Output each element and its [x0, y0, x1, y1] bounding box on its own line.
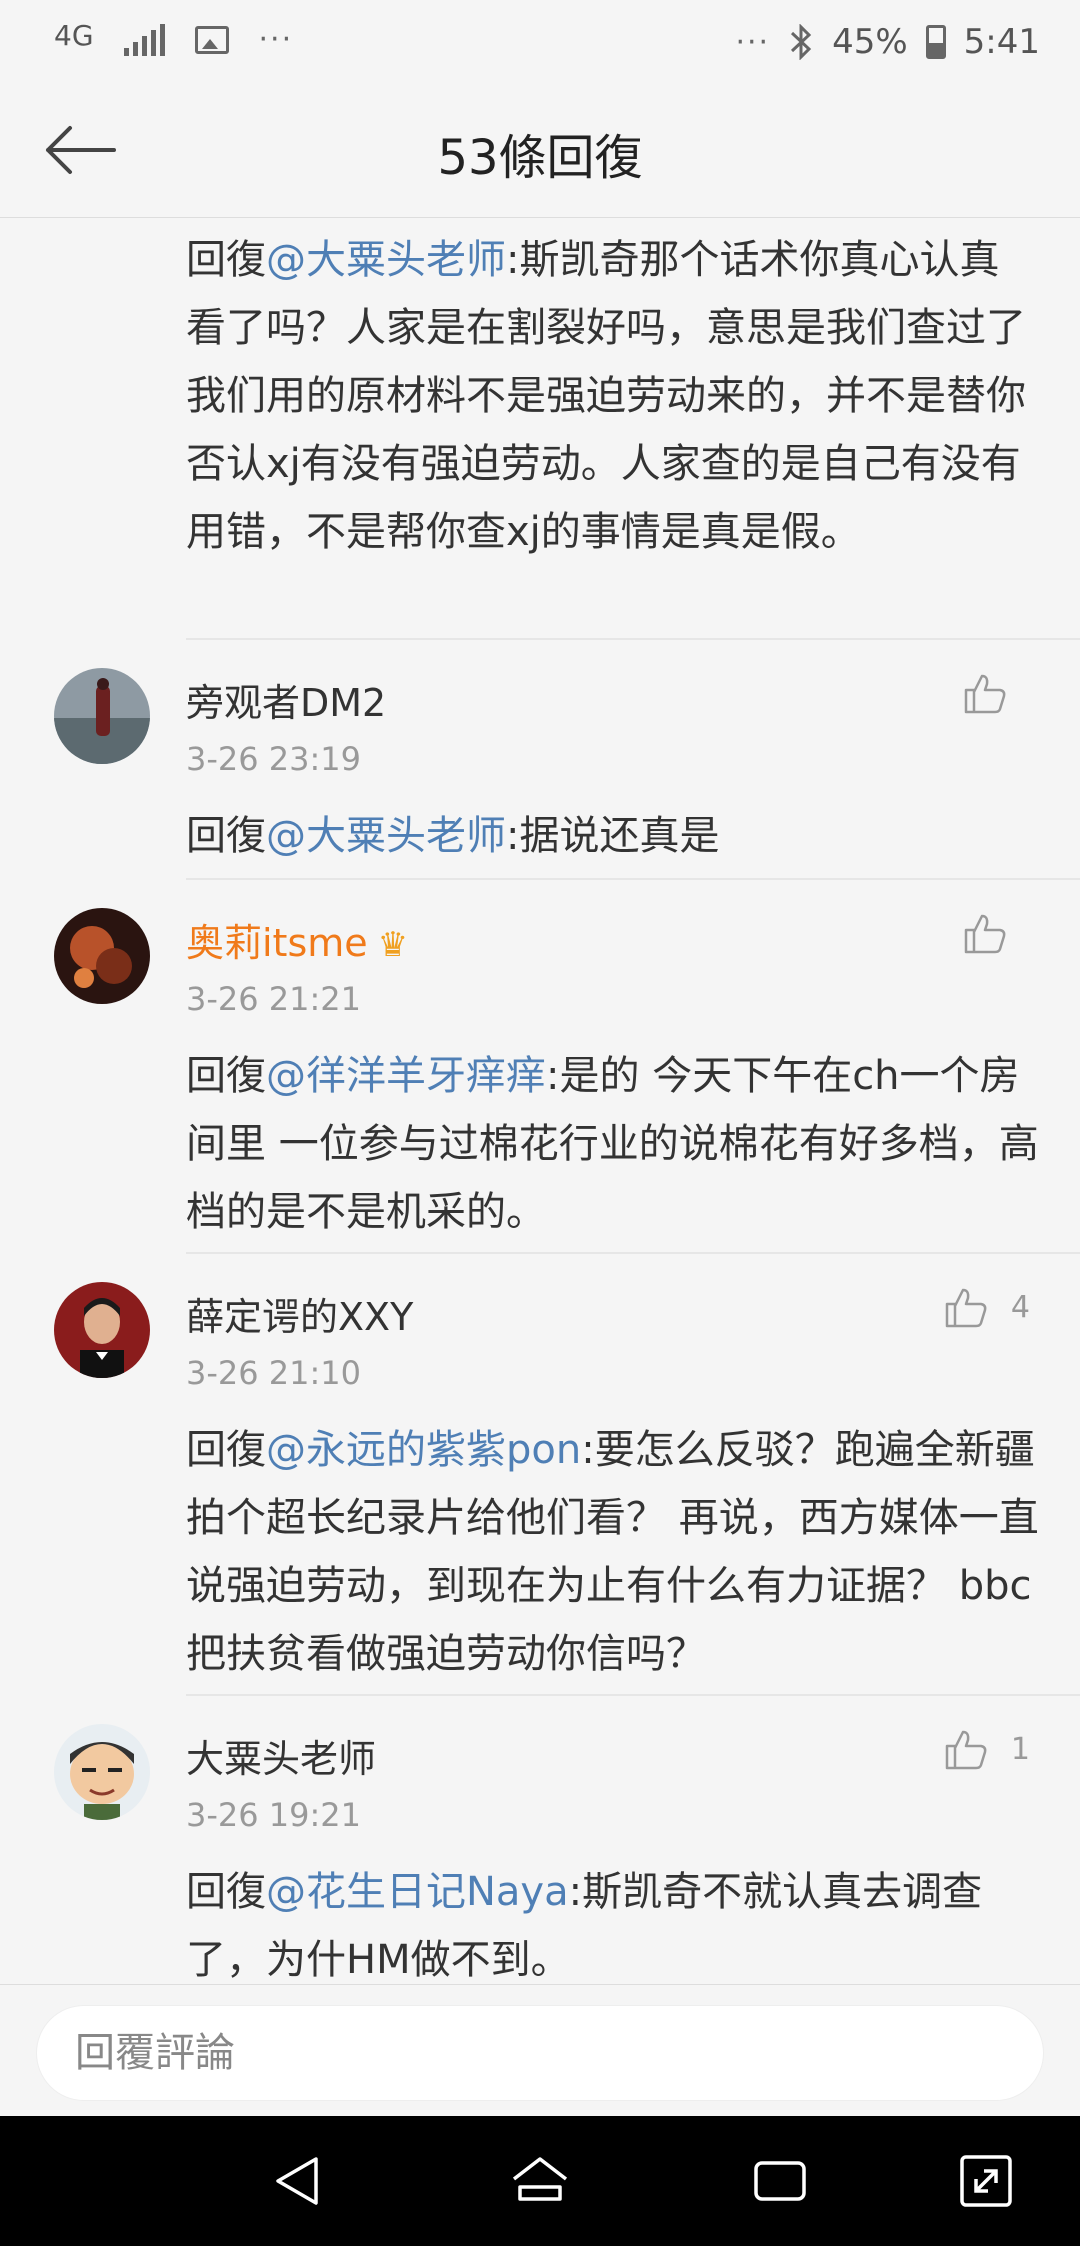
reply-text: 回復@大粟头老师:斯凯奇那个话术你真心认真看了吗？人家是在割裂好吗，意思是我们查… — [186, 218, 1036, 566]
reply-prefix: 回復 — [186, 1053, 266, 1099]
bluetooth-icon — [791, 24, 812, 60]
like-button[interactable] — [962, 910, 1030, 956]
list-item: 薛定谔的XXY 3-26 21:10 4 回復@永远的紫紫pon:要怎么反驳？跑… — [0, 1254, 1080, 1694]
system-navigation-bar — [0, 2116, 1080, 2246]
list-item: 大粟头老师 3-26 19:21 1 回復@花生日记Naya:斯凯奇不就认真去调… — [0, 1696, 1080, 1984]
like-button[interactable] — [962, 670, 1030, 716]
list-item: 回復@大粟头老师:斯凯奇那个话术你真心认真看了吗？人家是在割裂好吗，意思是我们查… — [186, 218, 1036, 566]
reply-prefix: 回復 — [186, 813, 266, 859]
reply-text: 回復@徉洋羊牙痒痒:是的 今天下午在ch一个房间里 一位参与过棉花行业的说棉花有… — [186, 1042, 1046, 1246]
username[interactable]: 薛定谔的XXY — [186, 1286, 413, 1341]
battery-icon — [925, 25, 946, 59]
reply-prefix: 回復 — [186, 237, 266, 283]
like-count: 4 — [1010, 1289, 1030, 1325]
username-text: 奥莉itsme — [186, 921, 368, 965]
reply-input[interactable]: 回覆評論 — [36, 2005, 1044, 2101]
network-type: 4G — [54, 18, 94, 52]
timestamp: 3-26 23:19 — [186, 740, 362, 778]
reply-prefix: 回復 — [186, 1427, 266, 1473]
reply-text: 回復@永远的紫紫pon:要怎么反驳？跑遍全新疆拍个超长纪录片给他们看？ 再说，西… — [186, 1416, 1046, 1688]
avatar[interactable] — [54, 1724, 150, 1820]
recent-apps-icon[interactable] — [748, 2149, 812, 2213]
home-nav-icon[interactable] — [508, 2149, 572, 2213]
avatar[interactable] — [54, 1282, 150, 1378]
thumbs-up-icon — [964, 914, 1006, 954]
like-count: 1 — [1010, 1731, 1030, 1767]
mention-link[interactable]: @徉洋羊牙痒痒 — [266, 1053, 546, 1099]
mention-link[interactable]: @花生日记Naya — [266, 1869, 569, 1915]
mention-link[interactable]: @永远的紫紫pon — [266, 1427, 581, 1473]
reply-body: :斯凯奇那个话术你真心认真看了吗？人家是在割裂好吗，意思是我们查过了我们用的原材… — [186, 237, 1026, 555]
mention-link[interactable]: @大粟头老师 — [266, 813, 506, 859]
timestamp: 3-26 21:21 — [186, 980, 362, 1018]
crown-badge-icon: ♛ — [377, 925, 409, 965]
thumbs-up-icon — [945, 1288, 987, 1328]
reply-body: :据说还真是 — [506, 813, 720, 859]
avatar[interactable] — [54, 668, 150, 764]
battery-percent: 45% — [832, 22, 908, 62]
reply-prefix: 回復 — [186, 1869, 266, 1915]
page-title: 53條回復 — [437, 130, 643, 186]
status-bar: 4G ··· ··· 45% 5:41 — [0, 0, 1080, 90]
more-notifications-icon: ··· — [258, 22, 294, 57]
thumbs-up-icon — [964, 674, 1006, 714]
avatar[interactable] — [54, 908, 150, 1004]
username[interactable]: 旁观者DM2 — [186, 672, 386, 727]
list-item: 旁观者DM2 3-26 23:19 回復@大粟头老师:据说还真是 — [0, 640, 1080, 859]
reply-text: 回復@花生日记Naya:斯凯奇不就认真去调查了，为什HM做不到。 — [186, 1858, 1046, 1984]
header-bar: 53條回復 — [0, 90, 1080, 218]
signal-icon — [123, 23, 165, 56]
comment-list[interactable]: 回復@大粟头老师:斯凯奇那个话术你真心认真看了吗？人家是在割裂好吗，意思是我们查… — [0, 218, 1080, 1984]
like-button[interactable]: 1 — [943, 1726, 1030, 1772]
reply-text: 回復@大粟头老师:据说还真是 — [186, 802, 1046, 870]
thumbs-up-icon — [945, 1730, 987, 1770]
back-nav-icon[interactable] — [266, 2149, 330, 2213]
like-button[interactable]: 4 — [943, 1284, 1030, 1330]
expand-screen-icon[interactable] — [954, 2149, 1018, 2213]
list-item: 奥莉itsme ♛ 3-26 21:21 回復@徉洋羊牙痒痒:是的 今天下午在ch… — [0, 880, 1080, 1260]
image-notification-icon — [194, 25, 229, 54]
username[interactable]: 奥莉itsme ♛ — [186, 912, 408, 967]
mention-link[interactable]: @大粟头老师 — [266, 237, 506, 283]
reply-bar: 回覆評論 — [0, 1984, 1080, 2116]
username[interactable]: 大粟头老师 — [186, 1728, 376, 1783]
overflow-icon: ··· — [735, 24, 771, 60]
timestamp: 3-26 19:21 — [186, 1796, 362, 1834]
timestamp: 3-26 21:10 — [186, 1354, 362, 1392]
clock: 5:41 — [963, 22, 1040, 62]
